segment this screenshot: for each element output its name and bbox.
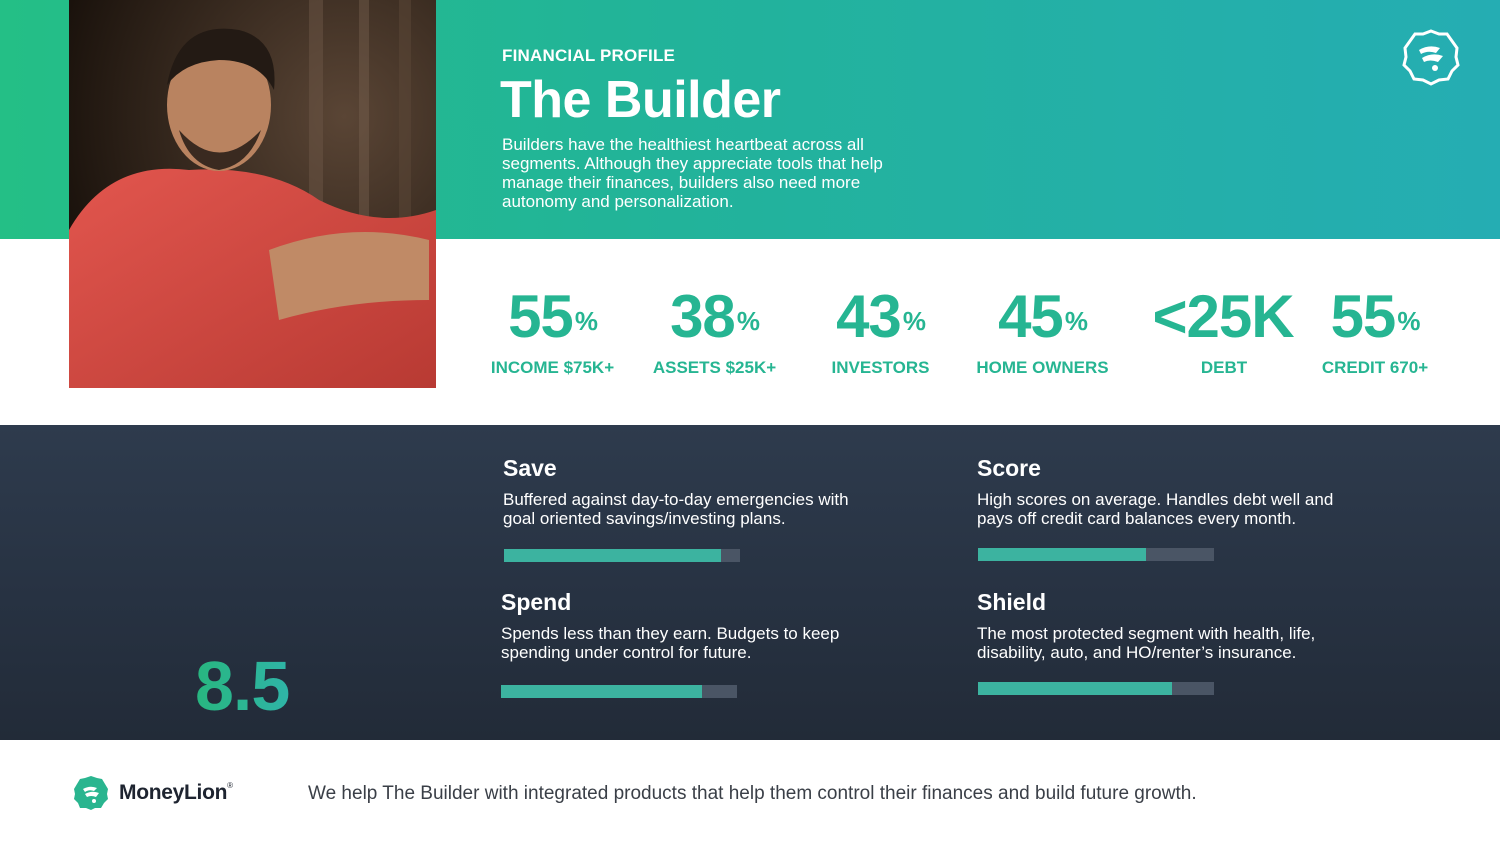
stat-value: 43% [836, 283, 926, 350]
metric-bar-fill [978, 682, 1172, 695]
stat-value: 55% [1330, 283, 1421, 350]
stat-assets: 38% ASSETS $25K+ [652, 282, 777, 378]
stat-debt: <25K DEBT [1138, 282, 1310, 378]
stat-label: INVESTORS [831, 358, 930, 377]
profile-photo [69, 0, 436, 388]
metric-shield: Shield The most protected segment with h… [977, 588, 1377, 662]
stat-income: 55% INCOME $75K+ [490, 282, 615, 378]
stat-credit: 55% CREDIT 670+ [1315, 282, 1435, 378]
metric-title: Shield [977, 589, 1047, 615]
metric-bar-fill [978, 548, 1146, 561]
heartbeat-bars-icon [153, 450, 351, 636]
metric-bar-shield [978, 682, 1214, 695]
metric-bar-score [978, 548, 1214, 561]
stat-value: <25K [1152, 283, 1294, 350]
stat-value: 38% [670, 283, 760, 350]
metric-description: High scores on average. Handles debt wel… [977, 490, 1334, 528]
page-title: The Builder [500, 71, 781, 129]
stat-home-owners: 45% HOME OWNERS [975, 282, 1110, 378]
stat-label: CREDIT 670+ [1321, 358, 1429, 377]
stat-value: 45% [998, 283, 1088, 350]
stat-investors: 43% INVESTORS [818, 282, 943, 378]
metric-description: The most protected segment with health, … [977, 624, 1316, 662]
health-score: 8.5 [195, 647, 290, 725]
metric-title: Save [503, 455, 557, 481]
profile-photo-image [69, 0, 436, 388]
metric-spend: Spend Spends less than they earn. Budget… [501, 588, 901, 662]
stat-value: 55% [508, 283, 598, 350]
metric-score: Score High scores on average. Handles de… [977, 454, 1377, 528]
metric-title: Spend [501, 589, 572, 615]
stat-label: DEBT [1200, 358, 1248, 377]
metric-save: Save Buffered against day-to-day emergen… [503, 454, 903, 528]
metric-bar-save [504, 549, 740, 562]
metric-bar-spend [501, 685, 737, 698]
section-eyebrow: FINANCIAL PROFILE [502, 46, 676, 65]
stat-label: ASSETS $25K+ [652, 358, 777, 377]
footer-tagline: We help The Builder with integrated prod… [308, 783, 1197, 804]
metric-description: Spends less than they earn. Budgets to k… [501, 624, 840, 662]
metric-bar-fill [504, 549, 722, 562]
metric-bar-fill [501, 685, 702, 698]
moneylion-logo-icon [74, 776, 108, 810]
metric-title: Score [977, 455, 1041, 481]
stat-label: INCOME $75K+ [490, 358, 615, 377]
stat-label: HOME OWNERS [976, 358, 1109, 377]
intro-paragraph: Builders have the healthiest heartbeat a… [502, 135, 883, 211]
moneylion-lion-icon [1402, 29, 1460, 86]
footer-brand-name: MoneyLion® [119, 781, 233, 804]
metric-description: Buffered against day-to-day emergencies … [503, 490, 849, 528]
